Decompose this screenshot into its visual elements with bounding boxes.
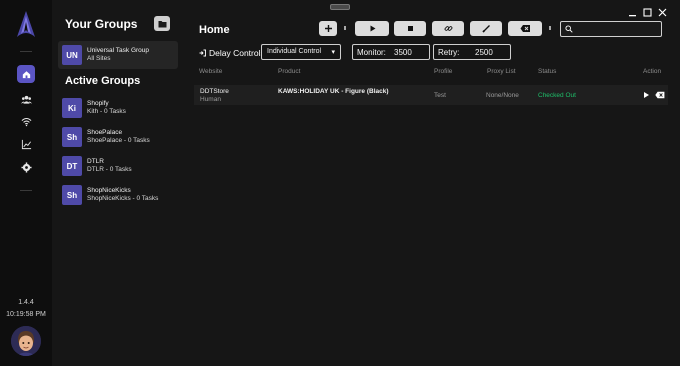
play-icon [643,92,649,98]
group-badge: DT [62,156,82,176]
minimize-icon [628,14,636,16]
home-icon [22,70,30,78]
group-badge: UN [62,45,82,65]
group-subtitle: DTLR - 0 Tasks [87,166,132,173]
open-folder-button[interactable] [154,16,170,31]
column-header-product: Product [278,68,301,75]
search-icon [565,25,573,33]
group-name: ShopNiceKicks [87,187,131,194]
folder-icon [158,20,166,27]
task-website: DDTStore [200,88,229,95]
page-title: Home [199,24,230,36]
nav-analytics-button[interactable] [17,135,35,153]
window-drag-handle[interactable] [330,4,350,10]
your-groups-title: Your Groups [65,17,138,31]
backspace-icon [520,25,530,32]
group-card-shopify[interactable]: Ki Shopify Kith - 0 Tasks [58,94,178,122]
task-row[interactable] [194,85,668,105]
nav-proxies-button[interactable] [17,112,35,130]
group-card-universal[interactable]: UN Universal Task Group All Sites [58,41,178,69]
close-icon [658,8,666,16]
users-icon [20,95,32,104]
retry-value[interactable]: 2500 [475,48,493,57]
group-badge: Sh [62,127,82,147]
task-start-button[interactable] [642,90,650,100]
rail-divider [20,51,32,52]
group-subtitle: Kith - 0 Tasks [87,108,126,115]
group-subtitle: All Sites [87,55,111,62]
delay-mode-value: Individual Control [267,48,322,55]
group-badge: Ki [62,98,82,118]
column-header-status: Status [538,68,557,75]
wifi-icon [21,117,31,126]
nav-home-button[interactable] [17,65,35,83]
toolbar-separator [549,26,551,30]
monitor-label: Monitor: [357,48,386,57]
minimize-button[interactable] [627,7,637,17]
link-button[interactable] [432,21,464,36]
search-input[interactable] [560,21,662,37]
column-header-proxy-list: Proxy List [487,68,516,75]
task-delete-button[interactable] [655,90,665,100]
group-name: Universal Task Group [87,47,150,54]
stop-all-button[interactable] [394,21,426,36]
gear-icon [20,161,32,173]
avatar-icon [11,326,41,356]
group-subtitle: ShopNiceKicks - 0 Tasks [87,195,159,202]
maximize-button[interactable] [642,7,652,17]
group-card-dtlr[interactable]: DT DTLR DTLR - 0 Tasks [58,152,178,180]
column-header-website: Website [199,68,223,75]
group-card-shopnicekicks[interactable]: Sh ShopNiceKicks ShopNiceKicks - 0 Tasks [58,181,178,209]
play-icon [370,25,375,32]
pen-icon [481,25,490,33]
toolbar-separator [344,26,346,30]
nav-profiles-button[interactable] [17,90,35,108]
chart-icon [21,139,31,149]
rail-divider [20,190,32,191]
backspace-icon [655,91,665,99]
nav-rail: 1.4.4 10:19:58 PM [0,0,53,366]
stop-icon [407,26,413,31]
groups-panel: Your Groups UN Universal Task Group All … [52,0,178,366]
nav-settings-button[interactable] [17,158,35,176]
start-all-button[interactable] [355,21,389,36]
task-profile: Test [434,92,446,99]
add-task-button[interactable] [319,21,337,36]
edit-button[interactable] [470,21,502,36]
task-status: Checked Out [538,92,576,99]
retry-delay-field[interactable]: Retry: 2500 [433,44,511,60]
task-product: KAWS:HOLIDAY UK - Figure (Black) [278,88,389,95]
link-icon [444,26,452,31]
clock-time: 10:19:58 PM [6,311,46,318]
group-name: ShoePalace [87,129,123,136]
delete-all-button[interactable] [508,21,542,36]
group-name: Shopify [87,100,109,107]
app-logo-icon [17,11,35,37]
column-header-action: Action [643,68,662,75]
app-version: 1.4.4 [18,299,34,306]
task-proxy-list: None/None [486,92,519,99]
sign-in-icon [199,49,206,57]
plus-icon [324,25,332,32]
group-subtitle: ShoePalace - 0 Tasks [87,137,150,144]
active-groups-title: Active Groups [65,75,141,87]
delay-controls-label: Delay Controls [209,48,265,58]
retry-label: Retry: [438,48,460,57]
group-name: DTLR [87,158,104,165]
group-card-shoepalace[interactable]: Sh ShoePalace ShoePalace - 0 Tasks [58,123,178,151]
maximize-icon [642,7,652,17]
close-button[interactable] [657,7,667,17]
monitor-delay-field[interactable]: Monitor: 3500 [352,44,430,60]
group-badge: Sh [62,185,82,205]
delay-controls[interactable]: Delay Controls [199,47,265,59]
monitor-value[interactable]: 3500 [394,48,412,57]
chevron-down-icon: ▾ [331,49,335,56]
task-mode: Human [200,96,221,103]
user-avatar[interactable] [11,326,41,356]
delay-mode-select[interactable]: Individual Control ▾ [261,44,341,60]
column-header-profile: Profile [434,68,453,75]
